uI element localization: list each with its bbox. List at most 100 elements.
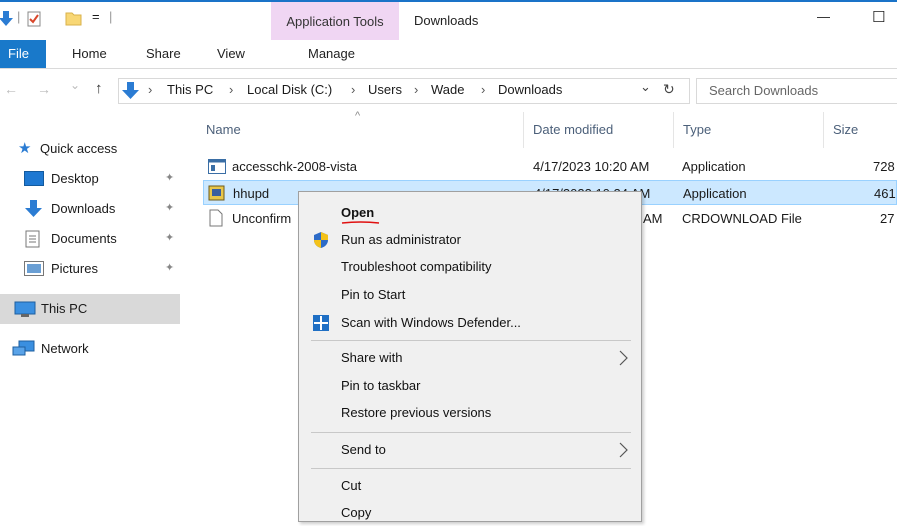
menu-item-troubleshoot[interactable]: Troubleshoot compatibility xyxy=(299,254,641,280)
menu-item-label: Restore previous versions xyxy=(341,405,492,420)
nav-item-documents[interactable]: Documents ✦ xyxy=(0,226,180,252)
toolbar-separator-2: | xyxy=(109,9,113,24)
red-annotation-underline xyxy=(341,221,380,224)
menu-item-scan-defender[interactable]: Scan with Windows Defender... xyxy=(299,310,641,336)
menu-item-share-with[interactable]: Share with xyxy=(299,345,641,371)
pin-icon: ✦ xyxy=(165,232,175,244)
nav-item-quick-access[interactable]: ★ Quick access xyxy=(0,136,180,162)
file-size: 461 xyxy=(874,186,896,201)
menu-item-run-as-admin[interactable]: Run as administrator xyxy=(299,227,641,253)
forward-button[interactable]: → xyxy=(37,81,51,97)
menu-item-label: Run as administrator xyxy=(341,232,461,247)
file-row-accesschk[interactable]: accesschk-2008-vista 4/17/2023 10:20 AM … xyxy=(203,154,897,179)
file-name: hhupd xyxy=(233,186,270,201)
breadcrumb-downloads[interactable]: Downloads xyxy=(498,82,562,97)
nav-item-label: Quick access xyxy=(40,141,118,156)
column-divider[interactable] xyxy=(673,112,674,148)
menu-item-label: Send to xyxy=(341,442,386,457)
nav-item-this-pc[interactable]: This PC xyxy=(0,296,180,322)
breadcrumb-wade[interactable]: Wade xyxy=(431,82,464,97)
tab-view[interactable]: View xyxy=(217,46,245,61)
context-menu: Open Run as administrator Troubleshoot c… xyxy=(298,191,642,522)
column-header-date[interactable]: Date modified xyxy=(533,122,613,137)
downloads-location-icon xyxy=(122,82,139,99)
tab-home[interactable]: Home xyxy=(72,46,107,61)
back-button[interactable]: ← xyxy=(4,81,18,97)
star-icon: ★ xyxy=(18,140,32,157)
window-top-border xyxy=(0,0,897,2)
menu-item-pin-to-taskbar[interactable]: Pin to taskbar xyxy=(299,373,641,399)
tab-file-label: File xyxy=(8,46,29,61)
nav-item-label: Network xyxy=(41,341,89,356)
file-date: 4/17/2023 10:20 AM xyxy=(533,159,650,174)
menu-separator xyxy=(311,468,631,469)
nav-item-label: Desktop xyxy=(51,171,99,186)
menu-item-cut[interactable]: Cut xyxy=(299,473,641,499)
breadcrumb-sep: › xyxy=(229,82,234,97)
blank-file-icon xyxy=(209,209,223,227)
breadcrumb-users[interactable]: Users xyxy=(368,82,402,97)
file-size: 728 xyxy=(873,159,895,174)
defender-icon xyxy=(313,315,329,331)
breadcrumb-this-pc[interactable]: This PC xyxy=(167,82,213,97)
file-name: Unconfirm xyxy=(232,211,292,226)
address-dropdown-chevron-icon[interactable]: ⌄ xyxy=(640,79,651,95)
breadcrumb-sep: › xyxy=(351,82,356,97)
new-folder-icon[interactable] xyxy=(65,11,82,26)
breadcrumb-sep: › xyxy=(148,82,153,97)
quick-download-icon[interactable] xyxy=(0,10,14,28)
pin-icon: ✦ xyxy=(165,262,175,274)
column-divider[interactable] xyxy=(523,112,524,148)
menu-item-restore-versions[interactable]: Restore previous versions xyxy=(299,400,641,426)
pictures-icon xyxy=(24,261,44,276)
computer-icon xyxy=(14,301,36,317)
download-arrow-icon xyxy=(25,200,42,217)
toolbar-separator: | xyxy=(17,9,21,24)
maximize-button[interactable]: ☐ xyxy=(858,4,897,34)
customize-toolbar-dropdown[interactable]: = xyxy=(92,9,100,24)
tab-share[interactable]: Share xyxy=(146,46,181,61)
tab-file[interactable]: File xyxy=(0,40,46,68)
minimize-button[interactable]: — xyxy=(805,4,845,34)
nav-item-pictures[interactable]: Pictures ✦ xyxy=(0,256,180,282)
desktop-icon xyxy=(24,171,44,186)
menu-item-send-to[interactable]: Send to xyxy=(299,437,641,463)
menu-item-label: Copy xyxy=(341,505,372,520)
recent-locations-dropdown[interactable]: ⌄ xyxy=(70,78,80,92)
menu-item-open[interactable]: Open xyxy=(299,200,641,226)
menu-item-copy[interactable]: Copy xyxy=(299,500,641,526)
nav-item-desktop[interactable]: Desktop ✦ xyxy=(0,166,180,192)
menu-separator xyxy=(311,432,631,433)
nav-item-network[interactable]: Network xyxy=(0,336,180,362)
nav-item-label: This PC xyxy=(41,301,88,316)
properties-check-icon[interactable] xyxy=(27,11,42,27)
nav-item-label: Pictures xyxy=(51,261,98,276)
file-type: Application xyxy=(682,159,746,174)
search-input[interactable]: Search Downloads xyxy=(709,83,818,98)
breadcrumb-local-disk[interactable]: Local Disk (C:) xyxy=(247,82,332,97)
chevron-right-icon xyxy=(619,442,628,458)
window-title: Downloads xyxy=(414,13,479,28)
tab-manage[interactable]: Manage xyxy=(308,46,355,61)
nav-item-label: Downloads xyxy=(51,201,116,216)
network-icon xyxy=(12,340,35,356)
menu-item-label: Share with xyxy=(341,350,403,365)
maximize-icon: ☐ xyxy=(872,9,886,26)
nav-item-downloads[interactable]: Downloads ✦ xyxy=(0,196,180,222)
menu-item-label: Open xyxy=(341,205,375,220)
column-header-size[interactable]: Size xyxy=(833,122,858,137)
column-header-name[interactable]: Name xyxy=(206,122,241,137)
minimize-icon: — xyxy=(817,9,830,24)
breadcrumb-sep: › xyxy=(414,82,419,97)
menu-item-pin-to-start[interactable]: Pin to Start xyxy=(299,282,641,308)
column-divider[interactable] xyxy=(823,112,824,148)
file-type: Application xyxy=(683,186,747,201)
up-button[interactable]: ↑ xyxy=(95,80,103,97)
menu-item-label: Pin to taskbar xyxy=(341,378,421,393)
menu-item-label: Cut xyxy=(341,478,362,493)
pin-icon: ✦ xyxy=(165,172,175,184)
refresh-icon[interactable]: ↻ xyxy=(663,81,675,98)
file-size: 27 xyxy=(880,211,895,226)
uac-shield-icon xyxy=(314,232,328,248)
column-header-type[interactable]: Type xyxy=(683,122,711,137)
